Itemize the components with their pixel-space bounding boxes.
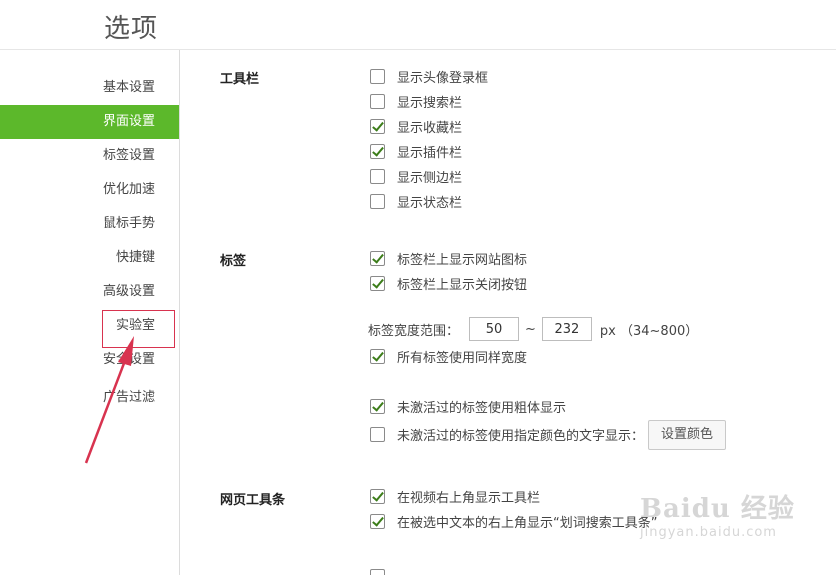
sidebar-item-mouse-gestures[interactable]: 鼠标手势 bbox=[103, 207, 155, 241]
title-bar: 选项 bbox=[0, 0, 836, 50]
option-inactive-tab-color[interactable]: 未激活过的标签使用指定颜色的文字显示： bbox=[370, 424, 644, 444]
option-tab-show-favicon[interactable]: 标签栏上显示网站图标 bbox=[370, 248, 527, 268]
option-label: 显示搜索栏 bbox=[397, 95, 463, 111]
tab-width-label: 标签宽度范围： bbox=[368, 323, 460, 339]
option-tab-show-close-button[interactable]: 标签栏上显示关闭按钮 bbox=[370, 273, 527, 293]
checkbox-checked[interactable] bbox=[370, 513, 385, 529]
option-label: 在被选中文本的右上角显示“划词搜索工具条” bbox=[397, 515, 658, 531]
section-label-web-toolbar: 网页工具条 bbox=[220, 493, 286, 508]
option-label: 显示头像登录框 bbox=[397, 70, 489, 86]
range-separator: ~ bbox=[525, 321, 536, 337]
option-label: 显示收藏栏 bbox=[397, 120, 463, 136]
option-show-sidebar[interactable]: 显示侧边栏 bbox=[370, 166, 462, 186]
checkbox[interactable] bbox=[370, 193, 385, 209]
tab-width-range: 标签宽度范围： ~ px （34~800） bbox=[368, 316, 698, 342]
sidebar-item-advanced[interactable]: 高级设置 bbox=[103, 275, 155, 309]
tab-width-max-input[interactable] bbox=[541, 317, 592, 341]
window-title: 选项 bbox=[104, 14, 159, 44]
checkbox[interactable] bbox=[370, 93, 385, 109]
option-show-search-bar[interactable]: 显示搜索栏 bbox=[370, 91, 462, 111]
tab-width-min-input[interactable] bbox=[469, 317, 520, 341]
watermark-logo: Baidu 经验 bbox=[640, 494, 795, 524]
watermark: Baidu 经验 jingyan.baidu.com bbox=[640, 488, 795, 540]
section-label-tabs: 标签 bbox=[220, 254, 247, 269]
watermark-url: jingyan.baidu.com bbox=[640, 525, 777, 540]
checkbox-checked[interactable] bbox=[370, 118, 385, 134]
sidebar-item-ad-filter[interactable]: 广告过滤 bbox=[103, 381, 155, 415]
checkbox-checked[interactable] bbox=[370, 488, 385, 504]
option-cut-off[interactable] bbox=[370, 566, 397, 575]
section-label-cut-off bbox=[220, 568, 260, 575]
sidebar-item-shortcuts[interactable]: 快捷键 bbox=[116, 241, 155, 275]
tab-width-unit: px （34~800） bbox=[599, 323, 699, 339]
checkbox[interactable] bbox=[370, 68, 385, 84]
option-show-favorites-bar[interactable]: 显示收藏栏 bbox=[370, 116, 462, 136]
sidebar-item-basic[interactable]: 基本设置 bbox=[103, 71, 155, 105]
option-show-avatar-login[interactable]: 显示头像登录框 bbox=[370, 66, 488, 86]
section-label-toolbar: 工具栏 bbox=[220, 72, 260, 87]
option-show-plugin-bar[interactable]: 显示插件栏 bbox=[370, 141, 462, 161]
sidebar-item-security[interactable]: 安全设置 bbox=[103, 343, 155, 377]
option-show-status-bar[interactable]: 显示状态栏 bbox=[370, 191, 462, 211]
option-label: 在视频右上角显示工具栏 bbox=[397, 490, 541, 506]
option-label: 所有标签使用同样宽度 bbox=[397, 350, 528, 366]
option-video-toolbar[interactable]: 在视频右上角显示工具栏 bbox=[370, 486, 540, 506]
option-selection-search-toolbar[interactable]: 在被选中文本的右上角显示“划词搜索工具条” bbox=[370, 511, 657, 531]
checkbox-checked[interactable] bbox=[370, 398, 385, 414]
sidebar-nav: 基本设置 界面设置 标签设置 优化加速 鼠标手势 快捷键 高级设置 实验室 安全… bbox=[0, 50, 180, 575]
checkbox-checked[interactable] bbox=[370, 275, 385, 291]
option-label: 标签栏上显示关闭按钮 bbox=[397, 277, 528, 293]
highlight-box bbox=[102, 310, 175, 348]
checkbox-checked[interactable] bbox=[370, 250, 385, 266]
option-inactive-tab-bold[interactable]: 未激活过的标签使用粗体显示 bbox=[370, 396, 566, 416]
option-tab-same-width[interactable]: 所有标签使用同样宽度 bbox=[370, 346, 527, 366]
checkbox[interactable] bbox=[370, 568, 385, 575]
checkbox[interactable] bbox=[370, 426, 385, 442]
option-label: 显示侧边栏 bbox=[397, 170, 463, 186]
sidebar-item-optimize[interactable]: 优化加速 bbox=[103, 173, 155, 207]
checkbox-checked[interactable] bbox=[370, 143, 385, 159]
option-label: 未激活过的标签使用粗体显示 bbox=[397, 400, 567, 416]
sidebar-item-interface[interactable]: 界面设置 bbox=[0, 105, 179, 139]
checkbox-checked[interactable] bbox=[370, 348, 385, 364]
sidebar-item-tabs[interactable]: 标签设置 bbox=[103, 139, 155, 173]
option-label: 显示插件栏 bbox=[397, 145, 463, 161]
option-label: 显示状态栏 bbox=[397, 195, 463, 211]
option-label: 标签栏上显示网站图标 bbox=[397, 252, 528, 268]
checkbox[interactable] bbox=[370, 168, 385, 184]
option-label: 未激活过的标签使用指定颜色的文字显示： bbox=[397, 428, 645, 444]
set-color-button[interactable]: 设置颜色 bbox=[648, 420, 726, 450]
